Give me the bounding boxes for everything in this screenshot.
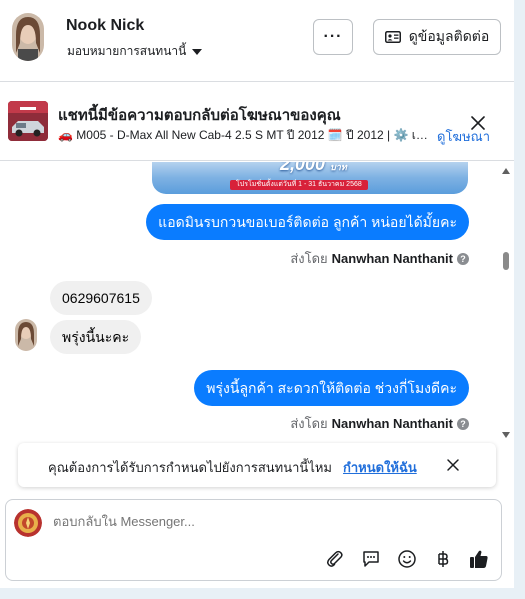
ad-banner-subtitle: 🚗 M005 - D-Max All New Cab-4 2.5 S MT ปี… — [58, 128, 430, 142]
reply-input[interactable] — [53, 514, 453, 529]
thumbs-up-icon[interactable] — [468, 548, 490, 570]
promo-price: 2,000 บาท — [280, 162, 347, 174]
assign-prompt-text: คุณต้องการได้รับการกำหนดไปยังการสนทนานี้… — [48, 460, 332, 475]
contact-avatar[interactable] — [12, 13, 44, 61]
message-thread: 2,000 บาท โปรโมชั่นตั้งแต่วันที่ 1 - 31 … — [0, 162, 514, 440]
message-incoming: พรุ่งนี้นะคะ — [50, 320, 142, 354]
ad-thumbnail[interactable] — [8, 101, 48, 141]
ellipsis-icon: ··· — [323, 28, 343, 45]
window-bottom-edge — [0, 588, 525, 599]
assign-conversation-dropdown[interactable]: มอบหมายการสนทนานี้ — [67, 42, 203, 61]
assign-prompt-banner: คุณต้องการได้รับการกำหนดไปยังการสนทนานี้… — [18, 443, 496, 487]
assign-to-me-link[interactable]: กำหนดให้ฉัน — [343, 457, 417, 478]
sent-by-line: ส่งโดย Nanwhan Nanthanit ? — [290, 248, 469, 269]
close-icon[interactable] — [468, 113, 488, 133]
window-edge — [514, 0, 525, 599]
ad-banner-title: แชทนี้มีข้อความตอบกลับต่อโฆษณาของคุณ — [58, 107, 341, 124]
conversation-header: Nook Nick มอบหมายการสนทนานี้ ··· ดูข้อมู… — [0, 0, 514, 82]
contact-avatar-small — [15, 319, 37, 351]
message-incoming: 0629607615 — [50, 281, 152, 315]
sender-name[interactable]: Nanwhan Nanthanit — [332, 416, 453, 431]
reply-composer — [5, 499, 502, 581]
sent-by-prefix: ส่งโดย — [290, 416, 328, 431]
caret-down-icon — [192, 48, 203, 55]
scroll-down-arrow-icon[interactable] — [502, 432, 510, 438]
sender-name[interactable]: Nanwhan Nanthanit — [332, 251, 453, 266]
saved-reply-icon[interactable] — [360, 548, 382, 570]
sent-by-line: ส่งโดย Nanwhan Nanthanit ? — [290, 413, 469, 434]
message-outgoing: พรุ่งนี้ลูกค้า สะดวกให้ติดต่อ ช่วงกี่โมง… — [194, 370, 469, 406]
paperclip-icon[interactable] — [324, 548, 346, 570]
more-options-button[interactable]: ··· — [313, 19, 353, 55]
close-icon[interactable] — [446, 458, 460, 472]
contact-name[interactable]: Nook Nick — [66, 17, 144, 35]
page-avatar — [14, 509, 42, 537]
ad-reply-banner: แชทนี้มีข้อความตอบกลับต่อโฆษณาของคุณ 🚗 M… — [0, 83, 514, 161]
sent-by-prefix: ส่งโดย — [290, 251, 328, 266]
scrollbar-thumb[interactable] — [503, 252, 509, 270]
promo-date: โปรโมชั่นตั้งแต่วันที่ 1 - 31 ธันวาคม 25… — [230, 180, 368, 190]
baht-icon[interactable] — [432, 548, 454, 570]
view-contact-info-label: ดูข้อมูลติดต่อ — [408, 28, 490, 44]
message-outgoing: แอดมินรบกวนขอเบอร์ติดต่อ ลูกค้า หน่อยได้… — [146, 204, 469, 240]
scroll-up-arrow-icon[interactable] — [502, 168, 510, 174]
emoji-icon[interactable] — [396, 548, 418, 570]
promo-image: 2,000 บาท โปรโมชั่นตั้งแต่วันที่ 1 - 31 … — [152, 162, 468, 194]
question-icon[interactable]: ? — [457, 252, 469, 265]
view-contact-info-button[interactable]: ดูข้อมูลติดต่อ — [373, 19, 501, 55]
assign-label: มอบหมายการสนทนานี้ — [67, 44, 187, 58]
thread-scrollbar[interactable] — [500, 162, 512, 442]
contact-card-icon — [384, 31, 401, 43]
question-icon[interactable]: ? — [457, 417, 469, 430]
